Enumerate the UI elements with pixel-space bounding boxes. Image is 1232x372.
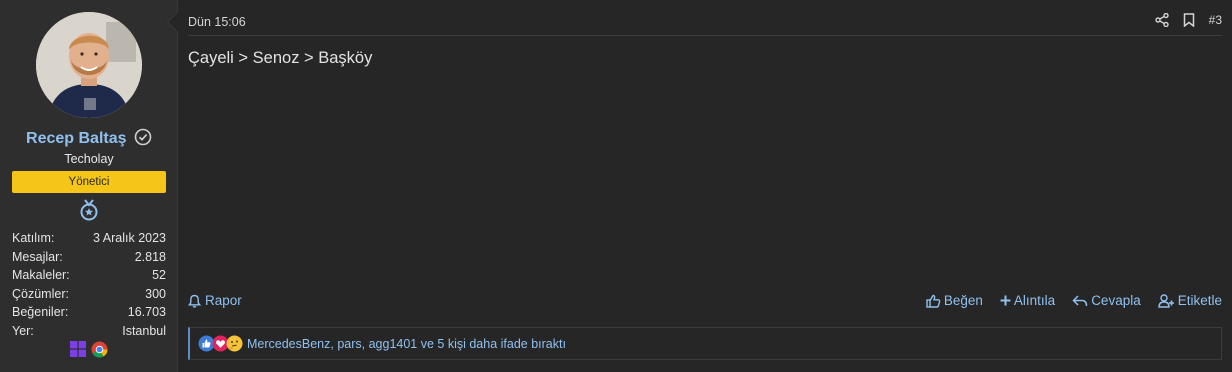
stat-label: Katılım: xyxy=(12,231,55,245)
stat-value[interactable]: 300 xyxy=(145,285,166,304)
report-label: Rapor xyxy=(205,293,242,308)
stat-value[interactable]: 52 xyxy=(152,266,166,285)
report-button[interactable]: Rapor xyxy=(188,293,242,308)
stat-value[interactable]: 2.818 xyxy=(135,248,166,267)
chrome-icon xyxy=(91,341,108,358)
user-sidebar: Recep Baltaş Techolay Yönetici Katılım: … xyxy=(0,0,178,372)
plus-icon xyxy=(1000,295,1011,306)
stat-label: Beğeniler: xyxy=(12,305,69,320)
user-plus-icon xyxy=(1158,293,1175,308)
thinking-reaction-icon xyxy=(226,335,243,352)
message-post: Recep Baltaş Techolay Yönetici Katılım: … xyxy=(0,0,1232,372)
reply-button[interactable]: Cevapla xyxy=(1072,293,1141,308)
medal-icon[interactable] xyxy=(79,199,99,221)
quote-button[interactable]: Alıntıla xyxy=(1000,293,1055,308)
stat-row-articles: Makaleler: 52 xyxy=(12,266,166,285)
post-body: Çayeli > Senoz > Başköy xyxy=(188,49,373,67)
user-title: Techolay xyxy=(64,152,114,166)
post-main: Dün 15:06 #3 Çayeli > Senoz > Başköy Rap… xyxy=(178,0,1232,372)
stat-label: Çözümler: xyxy=(12,286,69,301)
share-icon[interactable] xyxy=(1154,13,1169,27)
stat-row-solutions: Çözümler: 300 xyxy=(12,285,166,304)
reaction-icons[interactable] xyxy=(198,335,243,352)
bell-icon xyxy=(188,294,201,308)
bookmark-icon[interactable] xyxy=(1183,13,1195,27)
stat-label: Yer: xyxy=(12,323,34,338)
avatar[interactable] xyxy=(36,12,142,118)
user-role-banner: Yönetici xyxy=(12,171,166,193)
stat-row-joined: Katılım: 3 Aralık 2023 xyxy=(12,229,166,248)
stat-value: 16.703 xyxy=(127,305,166,320)
avatar-image xyxy=(36,12,142,118)
like-label: Beğen xyxy=(943,293,983,308)
post-date[interactable]: Dün 15:06 xyxy=(188,15,246,29)
stat-row-likes: Beğeniler: 16.703 xyxy=(12,303,166,322)
username-row: Recep Baltaş xyxy=(0,128,178,148)
quote-label: Alıntıla xyxy=(1013,293,1056,308)
reply-label: Cevapla xyxy=(1091,293,1141,308)
post-header-actions: #3 xyxy=(1154,13,1222,27)
reply-icon xyxy=(1072,294,1088,308)
stat-value: 3 Aralık 2023 xyxy=(93,231,166,245)
stat-label: Makaleler: xyxy=(12,268,70,283)
stat-value[interactable]: Istanbul xyxy=(122,322,166,341)
platform-icons xyxy=(70,341,108,358)
tag-user-label: Etiketle xyxy=(1177,293,1222,308)
like-button[interactable]: Beğen xyxy=(926,293,983,308)
stat-label: Mesajlar: xyxy=(12,249,63,264)
post-footer-actions: Beğen Alıntıla Cevapla Etiketle xyxy=(926,293,1222,308)
post-header: Dün 15:06 #3 xyxy=(188,8,1222,36)
reaction-summary-link[interactable]: MercedesBenz, pars, agg1401 ve 5 kişi da… xyxy=(247,337,566,351)
stat-row-location: Yer: Istanbul xyxy=(12,322,166,341)
user-stats: Katılım: 3 Aralık 2023 Mesajlar: 2.818 M… xyxy=(12,229,166,341)
reactions-bar: MercedesBenz, pars, agg1401 ve 5 kişi da… xyxy=(188,327,1222,360)
tag-user-button[interactable]: Etiketle xyxy=(1158,293,1222,308)
post-number[interactable]: #3 xyxy=(1209,13,1222,27)
username[interactable]: Recep Baltaş xyxy=(26,130,127,147)
stat-row-messages: Mesajlar: 2.818 xyxy=(12,248,166,267)
windows-icon xyxy=(70,341,86,358)
post-footer: Rapor Beğen Alıntıla Cevapla Etiketle xyxy=(188,293,1222,313)
thumbs-up-icon xyxy=(926,294,941,308)
verified-badge-icon xyxy=(134,128,152,146)
